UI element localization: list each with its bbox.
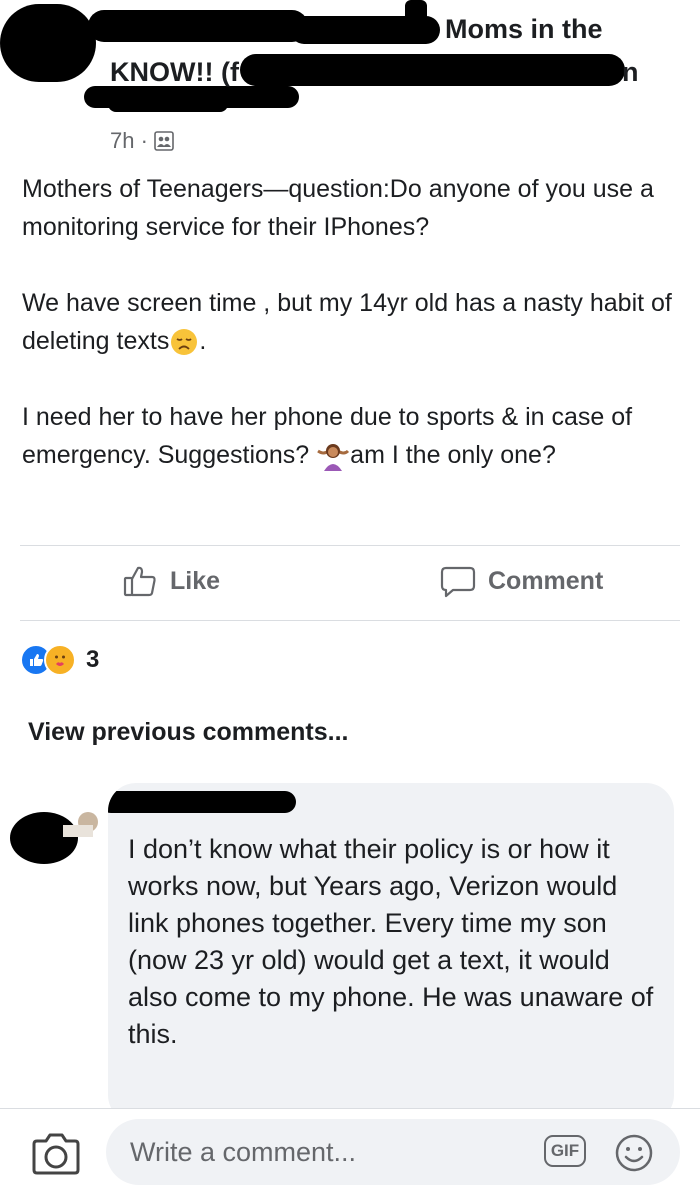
woman-shrugging-emoji: [317, 444, 350, 472]
redaction-commenter-name: [108, 791, 296, 813]
reactions-summary[interactable]: 3: [20, 644, 99, 676]
gif-button[interactable]: GIF: [544, 1135, 586, 1167]
post-meta: 7h ·: [110, 128, 174, 154]
post-paragraph-1: Mothers of Teenagers—question:Do anyone …: [22, 175, 654, 241]
reaction-count: 3: [86, 646, 100, 673]
post-paragraph-2: We have screen time , but my 14yr old ha…: [22, 284, 682, 360]
commenter-avatar[interactable]: [8, 800, 98, 866]
post-paragraph-3-tail: am I the only one?: [350, 441, 556, 469]
divider-bottom: [20, 620, 680, 621]
divider-top: [20, 545, 680, 546]
comment-label: Comment: [488, 566, 604, 595]
group-name-tail[interactable]: n: [622, 57, 639, 88]
group-name-line2[interactable]: KNOW!! (f: [110, 57, 239, 88]
comment-button[interactable]: Comment: [440, 563, 603, 599]
like-label: Like: [170, 566, 221, 595]
disappointed-face-emoji: [171, 329, 198, 356]
comment-bubble[interactable]: I don’t know what their policy is or how…: [108, 783, 674, 1123]
comment-text: I don’t know what their policy is or how…: [128, 834, 654, 1049]
comment-composer: Write a comment... GIF: [0, 1108, 700, 1194]
smiley-icon[interactable]: [614, 1133, 654, 1173]
post-paragraph-3: I need her to have her phone due to spor…: [22, 398, 682, 474]
post-body: Mothers of Teenagers—question:Do anyone …: [22, 170, 682, 474]
group-members-icon: [154, 131, 174, 151]
like-button[interactable]: Like: [122, 563, 220, 599]
comment-icon: [440, 566, 476, 598]
post-paragraph-2-end: .: [199, 327, 207, 355]
comment-input-placeholder: Write a comment...: [130, 1137, 357, 1167]
comment-overflow-text: [128, 1053, 648, 1093]
view-previous-comments-link[interactable]: View previous comments...: [28, 718, 348, 747]
camera-icon[interactable]: [30, 1132, 82, 1176]
post-paragraph-2-text: We have screen time , but my 14yr old ha…: [22, 289, 672, 355]
post-timestamp[interactable]: 7h ·: [110, 128, 148, 154]
care-reaction-icon: [44, 644, 76, 676]
group-name-line1[interactable]: Moms in the: [445, 14, 603, 45]
comment-input[interactable]: Write a comment... GIF: [106, 1119, 680, 1185]
thumbs-up-icon: [123, 566, 156, 597]
